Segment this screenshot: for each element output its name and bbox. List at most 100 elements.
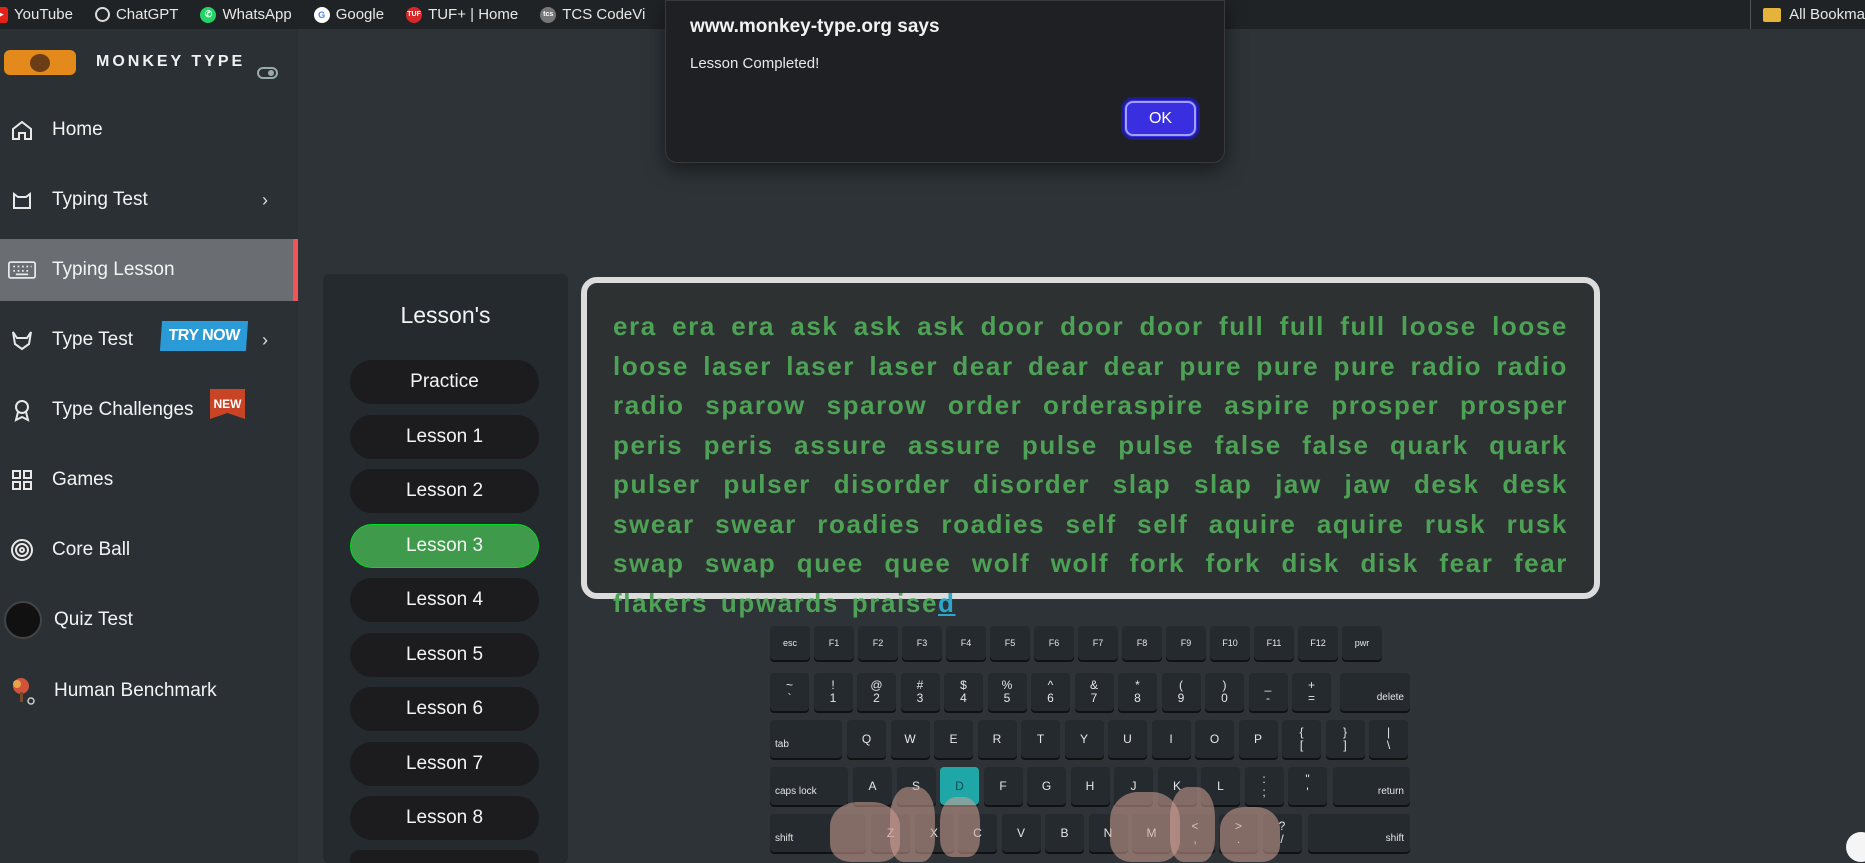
key-legend: 5 — [1003, 691, 1011, 705]
key-t[interactable]: T — [1021, 720, 1060, 758]
key-o[interactable]: O — [1195, 720, 1234, 758]
key-w[interactable]: W — [890, 720, 930, 758]
key-return[interactable]: return — [1333, 767, 1410, 805]
key-4[interactable]: $4 — [944, 673, 983, 711]
key-sym[interactable]: :; — [1244, 767, 1284, 805]
key-sym[interactable]: | \ — [1369, 720, 1408, 758]
lessons-panel: Lesson's Practice Lesson 1 Lesson 2 Less… — [323, 274, 568, 863]
key-f7[interactable]: F7 — [1078, 626, 1118, 660]
key-legend: = — [1307, 691, 1315, 705]
key-f5[interactable]: F5 — [990, 626, 1030, 660]
hand-guide-right — [1170, 787, 1215, 862]
typing-text-box[interactable]: era era era ask ask ask door door door f… — [581, 277, 1600, 618]
key-legend: - — [1266, 691, 1270, 705]
key-f6[interactable]: F6 — [1034, 626, 1074, 660]
key-legend: 7 — [1090, 691, 1098, 705]
key-esc[interactable]: esc — [770, 626, 810, 660]
ok-button[interactable]: OK — [1121, 97, 1200, 140]
key-h[interactable]: H — [1070, 767, 1110, 805]
key-sym[interactable]: _ - — [1248, 673, 1288, 711]
key-p[interactable]: P — [1238, 720, 1278, 758]
lessons-title: Lesson's — [400, 302, 491, 328]
key-f12[interactable]: F12 — [1298, 626, 1338, 660]
key-y[interactable]: Y — [1064, 720, 1104, 758]
lesson-button-1[interactable]: Lesson 1 — [350, 415, 539, 459]
key-f4[interactable]: F4 — [946, 626, 986, 660]
key-9[interactable]: (9 — [1161, 673, 1201, 711]
key-sym[interactable]: ~ ` — [770, 673, 809, 711]
key-f[interactable]: F — [983, 767, 1023, 805]
key-tab[interactable]: tab — [770, 720, 842, 758]
key-f10[interactable]: F10 — [1210, 626, 1250, 660]
all-bookmarks[interactable]: All Bookma — [1750, 0, 1865, 29]
lesson-button-4[interactable]: Lesson 4 — [350, 578, 539, 622]
bookmark-youtube[interactable]: ▶YouTube — [0, 6, 73, 23]
key-f1[interactable]: F1 — [814, 626, 854, 660]
monkey-logo[interactable] — [4, 50, 76, 75]
key-sym[interactable]: " ' — [1288, 767, 1327, 805]
lesson-button-5[interactable]: Lesson 5 — [350, 633, 539, 677]
key-f9[interactable]: F9 — [1166, 626, 1206, 660]
key-i[interactable]: I — [1151, 720, 1191, 758]
key-legend: ` — [787, 691, 792, 705]
bookmark-tcs[interactable]: tcs TCS CodeVi — [540, 6, 645, 23]
bookmark-chatgpt[interactable]: ChatGPT — [94, 6, 178, 23]
key-b[interactable]: B — [1045, 814, 1084, 852]
key-8[interactable]: * 8 — [1118, 673, 1157, 711]
sidebar-item-quiz-test[interactable]: Quiz Test — [0, 589, 298, 651]
key-u[interactable]: U — [1108, 720, 1147, 758]
key-5[interactable]: % 5 — [987, 673, 1027, 711]
key-g[interactable]: G — [1027, 767, 1066, 805]
key-7[interactable]: & 7 — [1074, 673, 1114, 711]
key-sym[interactable]: }] — [1325, 720, 1365, 758]
sidebar-item-type-challenges[interactable]: Type Challenges NEW — [0, 379, 298, 441]
lesson-text: era era era ask ask ask door door door f… — [613, 307, 1568, 623]
sidebar-item-games[interactable]: Games — [0, 449, 298, 511]
fox-icon — [8, 326, 36, 354]
hand-guide-right — [1220, 807, 1280, 862]
youtube-icon: ▶ — [0, 6, 8, 23]
sidebar-item-core-ball[interactable]: Core Ball — [0, 519, 298, 581]
theme-toggle[interactable] — [257, 67, 278, 79]
key-legend: ; — [1262, 785, 1266, 799]
lesson-button-practice[interactable]: Practice — [350, 360, 539, 404]
key-v[interactable]: V — [1001, 814, 1041, 852]
key-2[interactable]: @2 — [857, 673, 896, 711]
key-delete[interactable]: delete — [1340, 673, 1410, 711]
key-r[interactable]: R — [977, 720, 1017, 758]
key-pwr[interactable]: pwr — [1342, 626, 1382, 660]
lesson-button-7[interactable]: Lesson 7 — [350, 742, 539, 786]
key-shift-right[interactable]: shift — [1308, 814, 1410, 852]
current-char: d — [938, 587, 956, 618]
key-capslock[interactable]: caps lock — [770, 767, 848, 805]
floating-action-button[interactable] — [1846, 832, 1865, 862]
sidebar-item-home[interactable]: Home — [0, 99, 298, 161]
lesson-button-8[interactable]: Lesson 8 — [350, 796, 539, 840]
key-f3[interactable]: F3 — [902, 626, 942, 660]
key-legend: 6 — [1047, 691, 1054, 705]
bookmark-tuf[interactable]: TUF TUF+ | Home — [406, 6, 518, 23]
sidebar-item-typing-test[interactable]: Typing Test › — [0, 169, 298, 231]
key-f11[interactable]: F11 — [1254, 626, 1294, 660]
key-sym[interactable]: + = — [1292, 673, 1331, 711]
key-a[interactable]: A — [853, 767, 892, 805]
key-q[interactable]: Q — [847, 720, 886, 758]
key-3[interactable]: #3 — [900, 673, 940, 711]
key-f2[interactable]: F2 — [858, 626, 898, 660]
sidebar-item-human-benchmark[interactable]: Human Benchmark — [0, 660, 298, 722]
key-6[interactable]: ^ 6 — [1031, 673, 1070, 711]
lesson-button-6[interactable]: Lesson 6 — [350, 687, 539, 731]
sidebar-item-type-test[interactable]: Type Test TRY NOW › — [0, 309, 298, 371]
sidebar-item-typing-lesson[interactable]: Typing Lesson — [0, 239, 298, 301]
lesson-button-2[interactable]: Lesson 2 — [350, 469, 539, 513]
lesson-button-next[interactable] — [350, 850, 539, 863]
bookmark-google[interactable]: G Google — [313, 6, 384, 23]
key-sym[interactable]: {[ — [1282, 720, 1321, 758]
key-e[interactable]: E — [934, 720, 973, 758]
bookmark-whatsapp[interactable]: ✆ WhatsApp — [200, 6, 292, 23]
key-1[interactable]: ! 1 — [813, 673, 853, 711]
chevron-right-icon: › — [262, 189, 268, 210]
key-f8[interactable]: F8 — [1122, 626, 1162, 660]
key-0[interactable]: ) 0 — [1205, 673, 1244, 711]
lesson-button-3[interactable]: Lesson 3 — [350, 524, 539, 568]
